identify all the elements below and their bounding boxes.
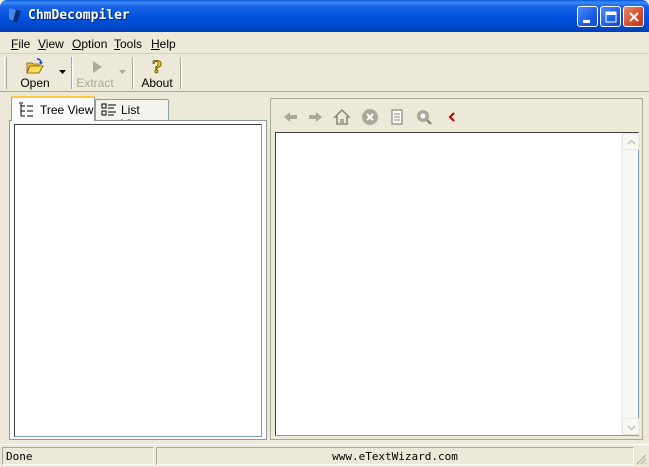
search-icon[interactable] (415, 108, 433, 126)
about-label: About (141, 76, 173, 90)
toolbar-separator (132, 57, 134, 89)
collapse-icon[interactable] (443, 108, 461, 126)
tab-list-view[interactable]: List View (95, 99, 169, 131)
left-panel: Tree View List View (9, 96, 267, 440)
document-icon[interactable] (388, 108, 406, 126)
home-icon[interactable] (333, 108, 351, 126)
play-arrow-icon (93, 61, 102, 73)
menu-file[interactable]: File (11, 37, 30, 51)
maximize-button[interactable] (600, 6, 621, 27)
status-bar: Done www.eTextWizard.com (0, 444, 649, 467)
window-title: ChmDecompiler (28, 8, 130, 23)
tab-page (9, 120, 267, 440)
resize-grip-icon[interactable] (635, 453, 647, 465)
help-question-icon: ? (152, 58, 163, 76)
close-button[interactable] (623, 6, 644, 27)
vertical-scrollbar[interactable] (621, 133, 639, 435)
toolbar-grip[interactable] (4, 57, 7, 89)
open-label: Open (20, 76, 50, 90)
tree-view-pane[interactable] (14, 124, 262, 437)
html-view-pane[interactable] (275, 132, 639, 436)
toolbar-separator (180, 57, 182, 89)
tab-strip: Tree View List View (9, 96, 267, 131)
menu-option[interactable]: Option (72, 37, 107, 51)
tab-tree-view[interactable]: Tree View (11, 96, 95, 121)
title-bar[interactable]: ChmDecompiler (0, 0, 649, 32)
list-view-icon (101, 103, 116, 116)
browser-nav-bar (271, 99, 642, 133)
app-window: ChmDecompiler File View Option Tools Hel… (0, 0, 649, 467)
extract-label: Extract (76, 76, 114, 90)
svg-text:?: ? (152, 58, 162, 76)
extract-dropdown-icon[interactable] (119, 70, 126, 74)
menu-bar: File View Option Tools Help (0, 32, 649, 54)
tab-tree-view-label: Tree View (40, 103, 94, 117)
close-icon (629, 12, 639, 22)
forward-arrow-icon[interactable] (306, 108, 324, 126)
open-dropdown-icon[interactable] (59, 70, 66, 74)
maximize-icon (605, 11, 617, 23)
extract-button[interactable]: Extract (74, 56, 130, 90)
back-arrow-icon[interactable] (282, 108, 300, 126)
scroll-down-button[interactable] (622, 418, 639, 435)
open-button[interactable]: Open (14, 56, 70, 90)
minimize-button[interactable] (577, 6, 598, 27)
about-button[interactable]: ? About (136, 56, 178, 90)
menu-help[interactable]: Help (151, 37, 176, 51)
scroll-down-icon (627, 425, 636, 431)
status-text: Done (2, 447, 154, 465)
stop-icon[interactable] (361, 108, 379, 126)
menu-view[interactable]: View (38, 37, 64, 51)
open-folder-icon (26, 58, 44, 74)
menu-tools[interactable]: Tools (114, 37, 142, 51)
toolbar: Open Extract ? About (0, 54, 649, 92)
scroll-up-icon (627, 139, 636, 145)
app-icon (9, 8, 21, 23)
minimize-icon (583, 20, 590, 23)
tree-view-icon (19, 102, 33, 117)
toolbar-separator (71, 57, 73, 89)
status-website: www.eTextWizard.com (156, 447, 634, 465)
right-panel (270, 98, 643, 440)
scroll-up-button[interactable] (622, 133, 639, 150)
